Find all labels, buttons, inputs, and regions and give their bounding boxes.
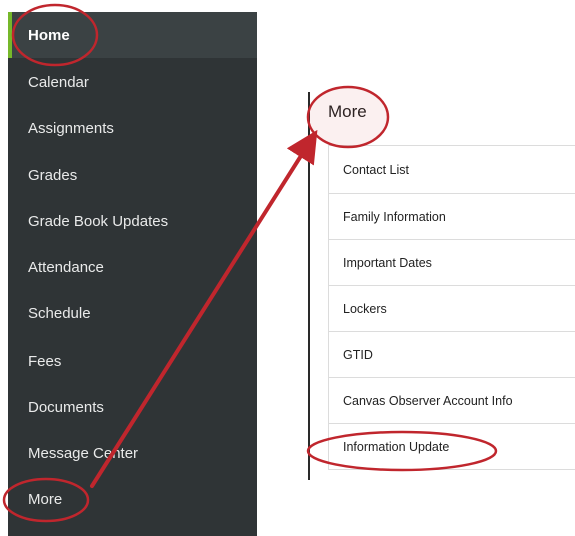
sidebar-item-grade-book-updates[interactable]: Grade Book Updates bbox=[8, 198, 257, 244]
sidebar-nav: Home Calendar Assignments Grades Grade B… bbox=[8, 12, 257, 536]
more-item-label: Canvas Observer Account Info bbox=[343, 393, 513, 408]
more-item-family-information[interactable]: Family Information bbox=[329, 194, 575, 240]
sidebar-item-home[interactable]: Home bbox=[8, 12, 257, 58]
sidebar-item-assignments[interactable]: Assignments bbox=[8, 105, 257, 151]
sidebar-item-documents[interactable]: Documents bbox=[8, 384, 257, 430]
sidebar-item-label: Attendance bbox=[28, 258, 104, 276]
more-item-information-update[interactable]: Information Update bbox=[329, 424, 575, 470]
sidebar-item-label: Assignments bbox=[28, 119, 114, 137]
sidebar-item-label: Home bbox=[28, 26, 70, 44]
more-item-label: GTID bbox=[343, 347, 373, 362]
sidebar-item-grades[interactable]: Grades bbox=[8, 152, 257, 198]
sidebar-item-attendance[interactable]: Attendance bbox=[8, 244, 257, 290]
more-item-important-dates[interactable]: Important Dates bbox=[329, 240, 575, 286]
sidebar-item-label: Fees bbox=[28, 352, 62, 370]
sidebar-item-fees[interactable]: Fees bbox=[8, 338, 257, 384]
sidebar-item-label: Grades bbox=[28, 166, 78, 184]
sidebar-item-label: Documents bbox=[28, 398, 104, 416]
more-list: Contact List Family Information Importan… bbox=[328, 145, 575, 470]
sidebar-item-label: Calendar bbox=[28, 73, 89, 91]
more-item-gtid[interactable]: GTID bbox=[329, 332, 575, 378]
more-item-label: Family Information bbox=[343, 209, 446, 224]
sidebar-item-schedule[interactable]: Schedule bbox=[8, 290, 257, 336]
sidebar-item-more[interactable]: More bbox=[8, 476, 257, 522]
sidebar-item-calendar[interactable]: Calendar bbox=[8, 59, 257, 105]
more-item-label: Important Dates bbox=[343, 255, 432, 270]
more-item-label: Lockers bbox=[343, 301, 387, 316]
more-item-label: Information Update bbox=[343, 439, 450, 454]
more-panel: More Contact List Family Information Imp… bbox=[308, 92, 575, 480]
sidebar-item-label: More bbox=[28, 490, 63, 508]
more-panel-title: More bbox=[328, 102, 367, 121]
sidebar-item-message-center[interactable]: Message Center bbox=[8, 430, 257, 476]
more-item-canvas-observer-account-info[interactable]: Canvas Observer Account Info bbox=[329, 378, 575, 424]
more-item-label: Contact List bbox=[343, 162, 410, 177]
sidebar-item-label: Schedule bbox=[28, 304, 91, 322]
sidebar-item-label: Grade Book Updates bbox=[28, 212, 169, 230]
more-item-lockers[interactable]: Lockers bbox=[329, 286, 575, 332]
more-item-contact-list[interactable]: Contact List bbox=[329, 146, 575, 194]
sidebar-item-label: Message Center bbox=[28, 444, 139, 462]
